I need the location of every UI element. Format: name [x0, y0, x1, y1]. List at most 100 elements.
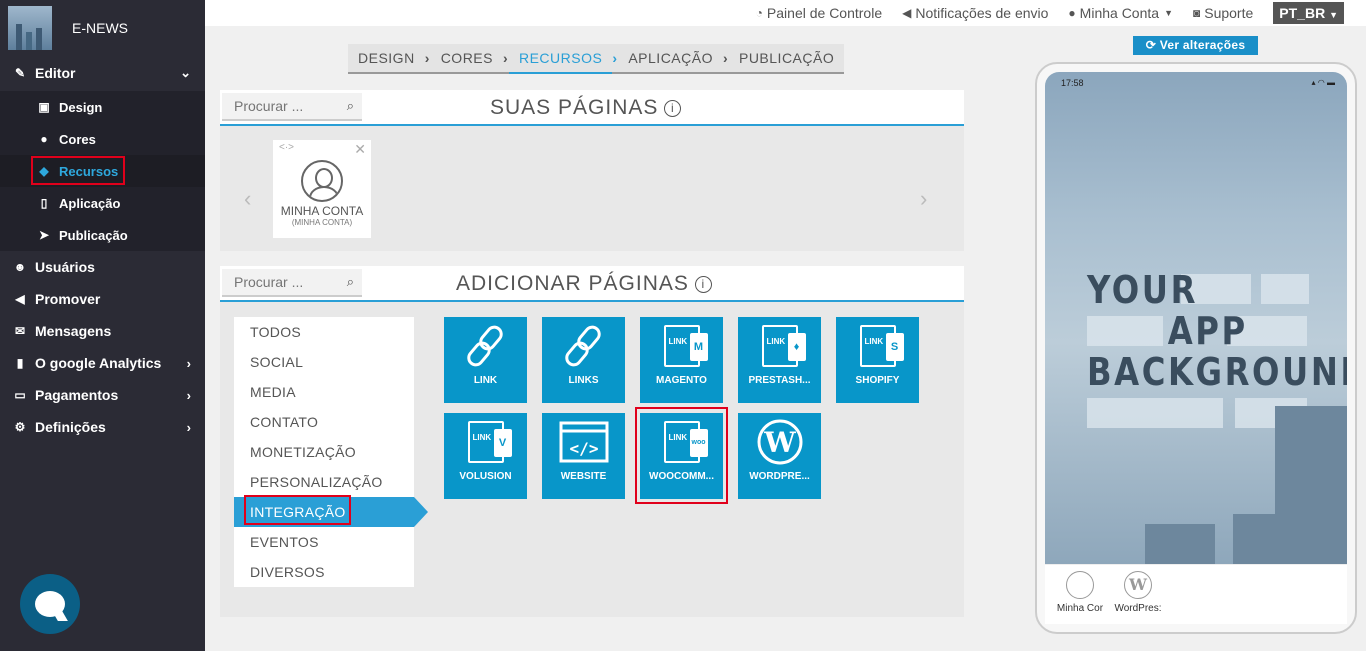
support-icon: ◙ [1192, 6, 1201, 20]
main-content: DESIGN › CORES › RECURSOS › APLICAÇÃO › … [205, 26, 1035, 651]
app-logo [8, 5, 52, 50]
category-contato[interactable]: CONTATO [234, 407, 414, 437]
account-menu[interactable]: ● Minha Conta ▼ [1068, 5, 1173, 21]
step-publicacao[interactable]: PUBLICAÇÃO [729, 44, 844, 72]
step-design[interactable]: DESIGN [348, 44, 425, 72]
tile-woocommerce[interactable]: LINK woo WOOCOMM... [640, 413, 723, 499]
chevron-right-icon: › [186, 355, 191, 371]
sidebar-item-design[interactable]: ▣ Design [0, 91, 205, 123]
sidebar-item-label: Usuários [35, 259, 95, 275]
sidebar-item-pagamentos[interactable]: ▭ Pagamentos › [0, 379, 205, 411]
close-icon[interactable]: ✕ [354, 141, 366, 158]
phone-frame: 17:58 ▴ ◠ ▬ YOUR APP BACKGROUND Minha Co… [1035, 62, 1357, 634]
bg-text-line: BACKGROUND [1087, 350, 1347, 394]
brand[interactable]: E-NEWS [0, 0, 205, 55]
sidebar-item-cores[interactable]: ● Cores [0, 123, 205, 155]
your-pages-header: ⌕ SUAS PÁGINAS i [220, 90, 964, 126]
view-changes-button[interactable]: ⟳ Ver alterações [1133, 36, 1258, 55]
your-pages-search[interactable]: ⌕ [222, 93, 362, 121]
category-personalizacao[interactable]: PERSONALIZAÇÃO [234, 467, 414, 497]
your-pages-title-text: SUAS PÁGINAS [490, 96, 659, 119]
sidebar-item-promover[interactable]: ◀ Promover [0, 283, 205, 315]
notifications-link[interactable]: ◀ Notificações de envio [902, 5, 1048, 21]
code-icon[interactable]: <·> [279, 142, 294, 153]
your-pages-title: SUAS PÁGINAS i [490, 96, 682, 120]
add-pages-panel: ⌕ ADICIONAR PÁGINAS i TODOS SOCIAL MEDIA … [220, 266, 964, 617]
step-aplicacao[interactable]: APLICAÇÃO [618, 44, 723, 72]
topbar: ◔ Painel de Controle ◀ Notificações de env… [205, 0, 1366, 26]
chevron-right-icon: › [186, 387, 191, 403]
tile-volusion[interactable]: LINK V VOLUSION [444, 413, 527, 499]
tile-links[interactable]: LINKS [542, 317, 625, 403]
carousel-prev-button[interactable]: ‹ [244, 186, 251, 212]
tile-label: MAGENTO [656, 375, 707, 386]
tile-wordpress[interactable]: W WORDPRE... [738, 413, 821, 499]
palette-icon: ● [40, 132, 48, 146]
sidebar-item-analytics[interactable]: ▮ O google Analytics › [0, 347, 205, 379]
page-card-subtitle: (MINHA CONTA) [291, 218, 353, 227]
phone-screen: 17:58 ▴ ◠ ▬ YOUR APP BACKGROUND [1045, 72, 1347, 564]
add-pages-header: ⌕ ADICIONAR PÁGINAS i [220, 266, 964, 302]
page-card-minha-conta[interactable]: <·> ✕ MINHA CONTA (MINHA CONTA) [273, 140, 371, 238]
sidebar-item-editor[interactable]: ✎ Editor ⌄ [0, 55, 205, 91]
category-integracao[interactable]: INTEGRAÇÃO [234, 497, 428, 527]
search-icon[interactable]: ⌕ [347, 274, 354, 290]
wordpress-icon: W [1124, 571, 1152, 599]
support-link[interactable]: ◙ Suporte [1193, 5, 1253, 21]
sidebar-item-label: Recursos [59, 163, 119, 179]
category-media[interactable]: MEDIA [234, 377, 414, 407]
svg-text:</>: </> [569, 439, 598, 458]
category-diversos[interactable]: DIVERSOS [234, 557, 414, 587]
tile-shopify[interactable]: LINK S SHOPIFY [836, 317, 919, 403]
tile-label: WOOCOMM... [649, 471, 714, 482]
language-selector[interactable]: PT_BR ▼ [1273, 2, 1344, 24]
refresh-icon: ⟳ [1145, 38, 1157, 52]
language-label: PT_BR [1279, 5, 1326, 21]
info-icon[interactable]: i [664, 99, 682, 117]
search-icon[interactable]: ⌕ [347, 98, 354, 114]
prestashop-link-icon: LINK ♦ [738, 317, 821, 375]
tile-prestashop[interactable]: LINK ♦ PRESTASH... [738, 317, 821, 403]
dashboard-label: Painel de Controle [766, 5, 883, 21]
category-monetizacao[interactable]: MONETIZAÇÃO [234, 437, 414, 467]
sidebar-item-definicoes[interactable]: ⚙ Definições › [0, 411, 205, 443]
tile-website[interactable]: </> WEBSITE [542, 413, 625, 499]
sidebar-item-aplicacao[interactable]: ▯ Aplicação [0, 187, 205, 219]
your-pages-search-input[interactable] [234, 98, 334, 114]
phone-tab-wordpress[interactable]: W WordPres: [1109, 571, 1167, 614]
step-cores[interactable]: CORES [431, 44, 503, 72]
step-recursos[interactable]: RECURSOS [508, 44, 613, 74]
dashboard-link[interactable]: ◔ Painel de Controle [756, 5, 882, 21]
sidebar-item-label: Design [59, 99, 103, 115]
category-social[interactable]: SOCIAL [234, 347, 414, 377]
wordpress-icon: W [738, 413, 821, 471]
caret-down-icon: ▼ [1329, 10, 1338, 20]
city-silhouette [1233, 514, 1279, 564]
bullhorn-icon: ◀ [902, 6, 912, 20]
sidebar: E-NEWS ✎ Editor ⌄ ▣ Design ● Cores ◆ Rec [0, 0, 205, 651]
sidebar-item-label: O google Analytics [35, 355, 162, 371]
carousel-next-button[interactable]: › [920, 186, 927, 212]
category-eventos[interactable]: EVENTOS [234, 527, 414, 557]
bar-chart-icon: ▮ [16, 356, 24, 370]
phone-tab-minha-conta[interactable]: Minha Cor [1051, 571, 1109, 614]
add-pages-search[interactable]: ⌕ [222, 269, 362, 297]
tile-label: WORDPRE... [749, 471, 810, 482]
chat-button[interactable] [20, 574, 80, 634]
info-icon[interactable]: i [694, 275, 712, 293]
tile-magento[interactable]: LINK M MAGENTO [640, 317, 723, 403]
sidebar-item-publicacao[interactable]: ➤ Publicação [0, 219, 205, 251]
tile-label: WEBSITE [560, 471, 607, 482]
sidebar-item-label: Editor [35, 65, 76, 81]
mobile-icon: ▯ [40, 196, 48, 210]
add-pages-search-input[interactable] [234, 274, 334, 290]
category-todos[interactable]: TODOS [234, 317, 414, 347]
sidebar-item-recursos[interactable]: ◆ Recursos [0, 155, 205, 187]
caret-down-icon: ▼ [1164, 8, 1173, 18]
status-time: 17:58 [1061, 78, 1084, 88]
users-icon: ☻ [13, 260, 27, 274]
sidebar-item-usuarios[interactable]: ☻ Usuários [0, 251, 205, 283]
user-icon: ● [1068, 6, 1076, 20]
sidebar-item-mensagens[interactable]: ✉ Mensagens [0, 315, 205, 347]
tile-link[interactable]: LINK [444, 317, 527, 403]
